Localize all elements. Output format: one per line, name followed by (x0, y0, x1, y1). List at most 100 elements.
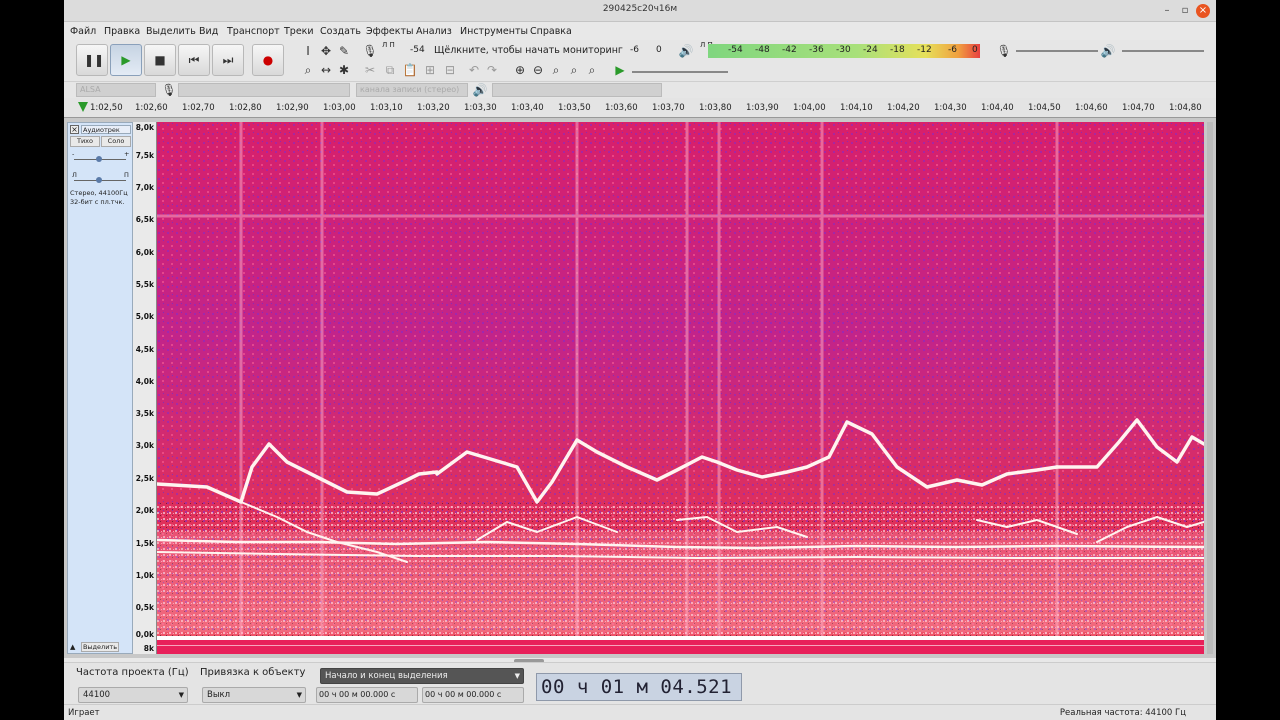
ruler-tick: 1:03,10 (370, 103, 403, 113)
play-meter-30: -30 (836, 45, 851, 55)
menu-generate[interactable]: Создать (320, 26, 361, 37)
ruler-tick: 1:02,60 (135, 103, 168, 113)
selection-end-field[interactable]: 00 ч 00 м 00.000 с (422, 687, 524, 703)
project-rate-label: Частота проекта (Гц) (76, 667, 189, 678)
zoom-toggle-icon[interactable]: ⌕ (584, 63, 600, 77)
y-tick: 0,0k (135, 630, 154, 639)
y-tick: 4,0k (135, 377, 154, 386)
microphone-icon: 🎙 (362, 44, 378, 58)
menu-analyze[interactable]: Анализ (416, 26, 452, 37)
device-toolbar: ALSA 🎙 канала записи (стерео) 🔊 (64, 82, 1216, 98)
paste-icon[interactable]: 📋 (402, 63, 418, 77)
ruler-tick: 1:03,20 (417, 103, 450, 113)
track-select-button[interactable]: Выделить (81, 642, 119, 652)
y-tick-low: 8k (143, 644, 154, 653)
play-speed-slider[interactable] (632, 71, 728, 73)
cut-icon[interactable]: ✂ (362, 63, 378, 77)
vertical-scrollbar[interactable] (1207, 122, 1213, 654)
maximize-icon[interactable]: ▫ (1178, 4, 1192, 18)
audio-position-display[interactable]: 00 ч 01 м 04.521 с (536, 673, 742, 720)
zoom-tool-icon[interactable]: ⌕ (300, 63, 316, 77)
spectrogram-view[interactable] (157, 122, 1204, 654)
zoom-in-icon[interactable]: ⊕ (512, 63, 528, 77)
play-meter-24: -24 (863, 45, 878, 55)
ruler-tick: 1:04,80 (1169, 103, 1202, 113)
play-button[interactable]: ▶ (110, 44, 142, 76)
menu-effects[interactable]: Эффекты (366, 26, 414, 37)
play-meter-6: -6 (948, 45, 957, 55)
zoom-out-icon[interactable]: ⊖ (530, 63, 546, 77)
project-rate-select[interactable]: 44100 ▼ (78, 687, 188, 703)
stop-button[interactable]: ■ (144, 44, 176, 76)
recording-volume-slider[interactable] (1016, 50, 1098, 52)
track-name-menu[interactable]: Аудиотрек (81, 125, 131, 134)
audio-host-select[interactable]: ALSA (76, 83, 156, 97)
play-meter-36: -36 (809, 45, 824, 55)
actual-rate: Реальная частота: 44100 Гц (1059, 708, 1186, 718)
gain-slider-thumb[interactable] (96, 156, 102, 162)
y-tick: 7,5k (135, 151, 154, 160)
chevron-down-icon: ▼ (178, 691, 184, 699)
play-meter-54: -54 (728, 45, 743, 55)
track-control-panel: × Аудиотрек Тихо Соло - + Л П Стерео, 44… (67, 122, 133, 654)
y-tick: 3,5k (135, 409, 154, 418)
redo-icon[interactable]: ↷ (484, 63, 500, 77)
y-tick: 2,0k (135, 506, 154, 515)
y-tick: 6,0k (135, 248, 154, 257)
selection-mode-select[interactable]: Начало и конец выделения ▼ (320, 668, 524, 684)
solo-button[interactable]: Соло (101, 136, 131, 147)
menu-tracks[interactable]: Треки (284, 26, 314, 37)
fit-selection-icon[interactable]: ⌕ (548, 63, 564, 77)
fit-project-icon[interactable]: ⌕ (566, 63, 582, 77)
timeline-ruler[interactable]: 1:02,50 1:02,60 1:02,70 1:02,80 1:02,90 … (64, 98, 1216, 118)
record-button[interactable]: ● (252, 44, 284, 76)
ruler-tick: 1:03,90 (746, 103, 779, 113)
playback-volume-slider[interactable] (1122, 50, 1204, 52)
menu-edit[interactable]: Правка (104, 26, 140, 37)
pan-slider-thumb[interactable] (96, 177, 102, 183)
copy-icon[interactable]: ⧉ (382, 63, 398, 77)
menu-view[interactable]: Вид (199, 26, 218, 37)
spectrogram (157, 122, 1204, 654)
collapse-icon[interactable]: ▲ (70, 643, 75, 651)
monitor-text[interactable]: Щёлкните, чтобы начать мониторинг (434, 45, 623, 59)
ruler-tick: 1:03,50 (558, 103, 591, 113)
selection-tool-icon[interactable]: I (300, 44, 316, 58)
frequency-axis[interactable]: 8,0k 7,5k 7,0k 6,5k 6,0k 5,5k 5,0k 4,5k … (133, 122, 157, 654)
ruler-tick: 1:03,30 (464, 103, 497, 113)
skip-end-button[interactable]: ⏭ (212, 44, 244, 76)
playback-device-select[interactable] (492, 83, 662, 97)
silence-icon[interactable]: ⊟ (442, 63, 458, 77)
recording-device-select[interactable] (178, 83, 350, 97)
ruler-tick: 1:03,80 (699, 103, 732, 113)
menu-help[interactable]: Справка (530, 26, 572, 37)
track-close-icon[interactable]: × (70, 125, 79, 134)
multi-tool-icon[interactable]: ✱ (336, 63, 352, 77)
device-speaker-icon: 🔊 (472, 83, 488, 97)
timeshift-tool-icon[interactable]: ↔ (318, 63, 334, 77)
track-format-rate: Стерео, 44100Гц (70, 189, 128, 197)
ruler-tick: 1:03,00 (323, 103, 356, 113)
menu-select[interactable]: Выделить (146, 26, 196, 37)
menu-transport[interactable]: Транспорт (227, 26, 280, 37)
play-at-speed-icon[interactable]: ▶ (612, 63, 628, 77)
minimize-icon[interactable]: – (1160, 4, 1174, 18)
play-meter-18: -18 (890, 45, 905, 55)
menu-file[interactable]: Файл (70, 26, 96, 37)
selection-start-field[interactable]: 00 ч 00 м 00.000 с (316, 687, 418, 703)
envelope-tool-icon[interactable]: ✥ (318, 44, 334, 58)
pause-button[interactable]: ❚❚ (76, 44, 108, 76)
selection-mode-value: Начало и конец выделения (325, 671, 448, 681)
trim-icon[interactable]: ⊞ (422, 63, 438, 77)
draw-tool-icon[interactable]: ✎ (336, 44, 352, 58)
snap-to-select[interactable]: Выкл ▼ (202, 687, 306, 703)
menu-tools[interactable]: Инструменты (460, 26, 528, 37)
recording-channels-select[interactable]: канала записи (стерео) (356, 83, 468, 97)
y-tick: 5,0k (135, 312, 154, 321)
ruler-tick: 1:03,40 (511, 103, 544, 113)
close-icon[interactable]: × (1196, 4, 1210, 18)
skip-start-button[interactable]: ⏮ (178, 44, 210, 76)
y-tick: 3,0k (135, 441, 154, 450)
undo-icon[interactable]: ↶ (466, 63, 482, 77)
mute-button[interactable]: Тихо (70, 136, 100, 147)
